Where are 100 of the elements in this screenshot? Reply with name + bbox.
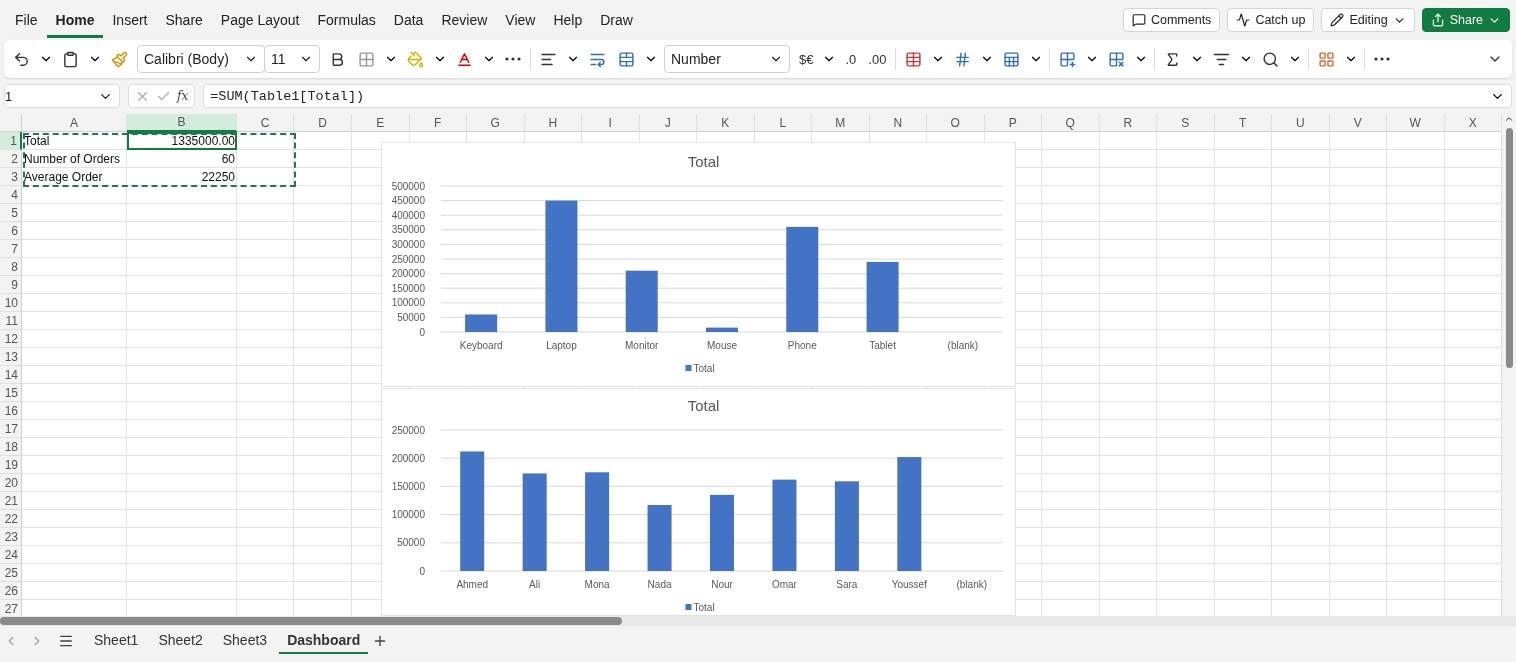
row-header[interactable]: 20 xyxy=(0,474,22,492)
number-format-dropdown[interactable]: Number xyxy=(664,45,790,73)
column-header[interactable]: O xyxy=(927,114,985,132)
sheet-cell[interactable]: Number of Orders xyxy=(22,150,127,168)
axis-label: 250000 xyxy=(391,253,425,265)
insert-function-button[interactable]: fx xyxy=(177,89,189,103)
axis-label: 450000 xyxy=(391,195,425,207)
scroll-thumb[interactable] xyxy=(1505,128,1513,368)
increase-decimal-button[interactable]: .00 xyxy=(865,49,890,69)
row-header[interactable]: 18 xyxy=(0,438,22,456)
column-header[interactable]: U xyxy=(1272,114,1330,132)
column-header[interactable]: M xyxy=(812,114,870,132)
menu-icon[interactable] xyxy=(58,633,74,649)
editing-button[interactable]: Editing xyxy=(1321,8,1415,32)
font-size-dropdown[interactable]: 11 xyxy=(264,45,320,73)
row-header[interactable]: 11 xyxy=(0,312,22,330)
column-header[interactable]: C xyxy=(237,114,294,132)
column-header[interactable]: Q xyxy=(1042,114,1100,132)
axis-label: 50000 xyxy=(397,537,425,549)
row-header[interactable]: 5 xyxy=(0,204,22,222)
menu-tab[interactable]: Data xyxy=(384,6,433,38)
row-header[interactable]: 26 xyxy=(0,582,22,600)
name-box[interactable]: 1 xyxy=(4,84,120,108)
font-dropdown[interactable]: Calibri (Body) xyxy=(137,45,265,73)
row-header[interactable]: 21 xyxy=(0,492,22,510)
menu-tab[interactable]: Page Layout xyxy=(211,6,309,38)
sheet-tab[interactable]: Sheet3 xyxy=(214,628,276,654)
menu-tab[interactable]: File xyxy=(6,6,47,38)
row-header[interactable]: 10 xyxy=(0,294,22,312)
axis-label: (blank) xyxy=(956,579,988,590)
catchup-button[interactable]: Catch up xyxy=(1227,8,1315,32)
column-header[interactable]: T xyxy=(1214,114,1272,132)
row-header[interactable]: 17 xyxy=(0,420,22,438)
column-header[interactable]: A xyxy=(22,114,127,132)
axis-label: Omar xyxy=(771,579,797,590)
column-header[interactable]: S xyxy=(1157,114,1215,132)
row-header[interactable]: 8 xyxy=(0,258,22,276)
column-header[interactable]: F xyxy=(409,114,467,132)
column-header[interactable]: W xyxy=(1387,114,1445,132)
column-header[interactable]: E xyxy=(352,114,410,132)
row-header[interactable]: 3 xyxy=(0,168,22,186)
grid-x-icon xyxy=(1108,50,1126,68)
clipboard-icon xyxy=(62,50,79,68)
font-color-icon xyxy=(456,50,473,68)
column-header[interactable]: B xyxy=(127,114,237,132)
undo-icon xyxy=(13,50,30,68)
vertical-scrollbar[interactable] xyxy=(1502,114,1516,616)
column-header[interactable]: R xyxy=(1099,114,1157,132)
horizontal-scrollbar[interactable] xyxy=(0,616,1516,626)
menu-tab[interactable]: Draw xyxy=(591,6,642,38)
scroll-up-icon[interactable] xyxy=(1504,114,1514,124)
row-header[interactable]: 6 xyxy=(0,222,22,240)
column-header[interactable]: G xyxy=(467,114,525,132)
row-header[interactable]: 2 xyxy=(0,150,22,168)
row-header[interactable]: 12 xyxy=(0,330,22,348)
menu-tab[interactable]: Insert xyxy=(103,6,157,38)
sheet-cell[interactable]: 60 xyxy=(127,150,237,168)
column-header[interactable]: H xyxy=(524,114,582,132)
menu-tab[interactable]: Review xyxy=(432,6,497,38)
sheet-cell[interactable]: 1335000.00 xyxy=(127,132,237,150)
column-header[interactable]: J xyxy=(639,114,697,132)
row-header[interactable]: 24 xyxy=(0,546,22,564)
menu-tab[interactable]: View xyxy=(496,6,545,38)
column-header[interactable]: L xyxy=(754,114,812,132)
menu-tab[interactable]: Help xyxy=(544,6,592,38)
sheet-cell[interactable]: 22250 xyxy=(127,168,237,186)
row-header[interactable]: 14 xyxy=(0,366,22,384)
column-header[interactable]: X xyxy=(1444,114,1502,132)
row-header[interactable]: 4 xyxy=(0,186,22,204)
row-header[interactable]: 23 xyxy=(0,528,22,546)
row-header[interactable]: 25 xyxy=(0,564,22,582)
currency-button[interactable]: $€ xyxy=(796,49,817,69)
row-header[interactable]: 7 xyxy=(0,240,22,258)
menu-tab[interactable]: Formulas xyxy=(308,6,385,38)
row-header[interactable]: 1 xyxy=(0,132,22,150)
share-button[interactable]: Share xyxy=(1421,8,1510,32)
row-header[interactable]: 9 xyxy=(0,276,22,294)
column-header[interactable]: I xyxy=(582,114,640,132)
sheet-cell[interactable]: Average Order xyxy=(22,168,127,186)
column-header[interactable]: P xyxy=(984,114,1042,132)
menu-tab[interactable]: Share xyxy=(156,6,212,38)
scroll-thumb[interactable] xyxy=(0,617,622,625)
formula-input[interactable]: =SUM(Table1[Total]) xyxy=(203,84,1512,108)
sheet-tab[interactable]: Sheet1 xyxy=(86,628,147,654)
column-header[interactable]: K xyxy=(697,114,755,132)
comments-button[interactable]: Comments xyxy=(1122,8,1221,32)
sheet-cell[interactable]: Total xyxy=(22,132,127,150)
sheet-tab[interactable]: Dashboard xyxy=(279,628,369,654)
row-header[interactable]: 19 xyxy=(0,456,22,474)
sheet-tab[interactable]: Sheet2 xyxy=(150,628,211,654)
row-header[interactable]: 16 xyxy=(0,402,22,420)
column-header[interactable]: V xyxy=(1329,114,1387,132)
row-header[interactable]: 13 xyxy=(0,348,22,366)
decrease-decimal-button[interactable]: .0 xyxy=(842,49,860,69)
row-header[interactable]: 22 xyxy=(0,510,22,528)
row-header[interactable]: 27 xyxy=(0,600,22,616)
bar xyxy=(706,327,738,332)
row-header[interactable]: 15 xyxy=(0,384,22,402)
column-header[interactable]: N xyxy=(869,114,927,132)
column-header[interactable]: D xyxy=(294,114,352,132)
